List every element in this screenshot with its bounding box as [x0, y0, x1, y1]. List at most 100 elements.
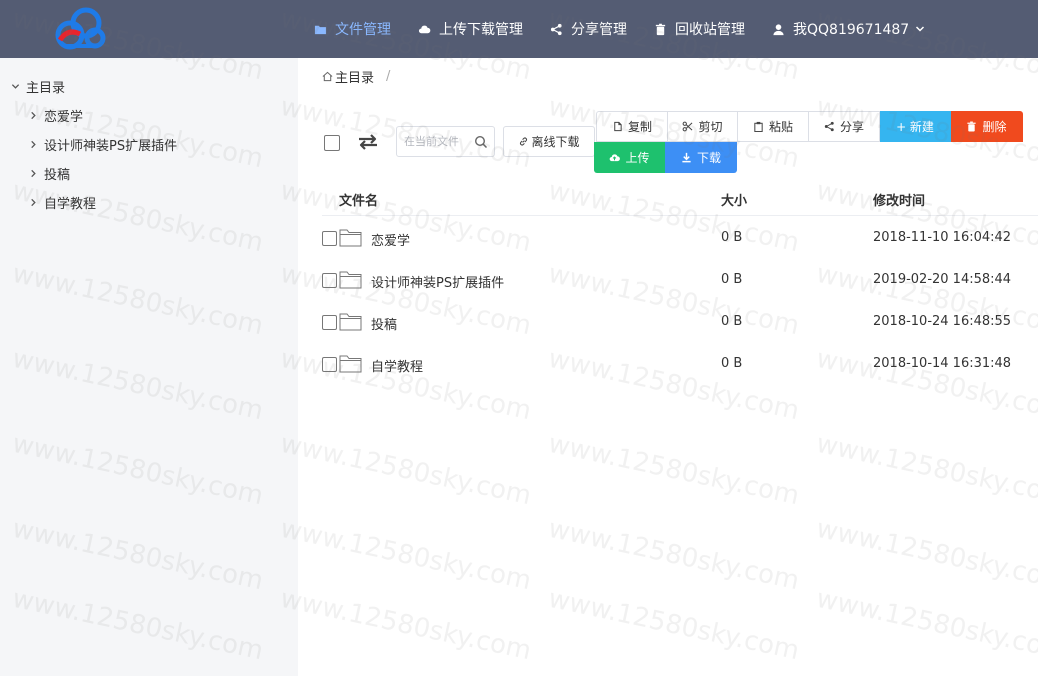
nav-share-management[interactable]: 分享管理 [536, 0, 640, 58]
main-content: 主目录 / 离线下载 复制 剪切 粘贴 分享 + 新建 [298, 58, 1038, 676]
new-button[interactable]: + 新建 [880, 111, 951, 142]
file-name[interactable]: 投稿 [371, 314, 397, 333]
table-row[interactable]: 设计师神装PS扩展插件 0 B 2019-02-20 14:58:44 [322, 259, 1038, 301]
delete-button[interactable]: 删除 [951, 111, 1023, 142]
share-icon [549, 22, 563, 36]
file-table-header: 文件名 大小 修改时间 [322, 184, 1038, 216]
select-all-checkbox[interactable] [324, 135, 340, 151]
sidebar-tree: 主目录 恋爱学 设计师神装PS扩展插件 投稿 自学教程 [0, 58, 298, 676]
tree-item-label: 自学教程 [44, 196, 97, 212]
chevron-down-icon [916, 26, 925, 32]
nav-label: 文件管理 [335, 22, 391, 38]
trash-icon [967, 121, 977, 132]
chevron-down-icon[interactable] [9, 80, 21, 92]
share-button[interactable]: 分享 [809, 111, 880, 142]
row-checkbox[interactable] [322, 357, 337, 372]
table-row[interactable]: 投稿 0 B 2018-10-24 16:48:55 [322, 301, 1038, 343]
file-size: 0 B [721, 314, 743, 329]
breadcrumb-root[interactable]: 主目录 [335, 67, 374, 86]
clipboard-icon [754, 121, 763, 132]
cut-button[interactable]: 剪切 [668, 111, 738, 142]
app-logo-icon[interactable] [50, 6, 108, 50]
chevron-right-icon[interactable] [27, 138, 39, 150]
folder-icon [339, 271, 362, 289]
column-header-size[interactable]: 大小 [721, 190, 747, 209]
paste-label: 粘贴 [768, 120, 793, 134]
column-header-time[interactable]: 修改时间 [873, 190, 925, 209]
file-modified-time: 2019-02-20 14:58:44 [873, 272, 1012, 287]
cut-label: 剪切 [698, 120, 723, 134]
tree-item-label: 投稿 [44, 167, 71, 183]
chevron-right-icon[interactable] [27, 196, 39, 208]
row-checkbox[interactable] [322, 273, 337, 288]
paste-button[interactable]: 粘贴 [738, 111, 809, 142]
share-label: 分享 [839, 120, 864, 134]
offline-download-label: 离线下载 [531, 135, 580, 149]
swap-arrows-icon[interactable] [356, 132, 380, 152]
file-name[interactable]: 自学教程 [371, 356, 423, 375]
chevron-right-icon[interactable] [27, 109, 39, 121]
copy-label: 复制 [627, 120, 652, 134]
nav-label: 分享管理 [571, 22, 627, 38]
folder-icon [339, 229, 362, 247]
tree-item-folder[interactable]: 投稿 [27, 160, 70, 186]
tree-item-folder[interactable]: 恋爱学 [27, 102, 83, 128]
row-checkbox[interactable] [322, 231, 337, 246]
file-modified-time: 2018-10-24 16:48:55 [873, 314, 1012, 329]
file-name[interactable]: 恋爱学 [371, 230, 410, 249]
tree-item-label: 主目录 [26, 80, 66, 96]
nav-user-menu[interactable]: 我QQ819671487 [758, 0, 938, 58]
table-row[interactable]: 自学教程 0 B 2018-10-14 16:31:48 [322, 343, 1038, 385]
folder-icon [313, 22, 327, 36]
nav-label: 上传下载管理 [439, 22, 523, 38]
table-row[interactable]: 恋爱学 0 B 2018-11-10 16:04:42 [322, 217, 1038, 259]
tree-item-label: 设计师神装PS扩展插件 [44, 138, 178, 154]
nav-transfer-management[interactable]: 上传下载管理 [404, 0, 536, 58]
transfer-toolbar: 上传 下载 [594, 142, 737, 173]
action-toolbar: 复制 剪切 粘贴 分享 + 新建 删除 [596, 111, 1023, 142]
search-box [396, 126, 495, 157]
tree-item-label: 恋爱学 [44, 109, 84, 125]
tree-item-root[interactable]: 主目录 [9, 73, 65, 99]
search-icon[interactable] [474, 135, 488, 149]
breadcrumb-separator: / [386, 68, 391, 84]
user-icon [771, 22, 785, 36]
breadcrumb: 主目录 / [322, 66, 390, 86]
folder-icon [339, 355, 362, 373]
upload-button[interactable]: 上传 [594, 142, 665, 173]
main-nav: 文件管理 上传下载管理 分享管理 回收站管理 我QQ819671487 [300, 0, 938, 58]
upload-label: 上传 [625, 151, 650, 165]
tree-item-folder[interactable]: 设计师神装PS扩展插件 [27, 131, 177, 157]
file-modified-time: 2018-10-14 16:31:48 [873, 356, 1012, 371]
row-checkbox[interactable] [322, 315, 337, 330]
nav-label: 我QQ819671487 [793, 22, 910, 38]
share-icon [824, 121, 834, 132]
file-size: 0 B [721, 230, 743, 245]
file-name[interactable]: 设计师神装PS扩展插件 [371, 272, 504, 291]
offline-download-button[interactable]: 离线下载 [503, 126, 595, 157]
download-button[interactable]: 下载 [665, 142, 737, 173]
scissors-icon [683, 121, 693, 132]
download-label: 下载 [696, 151, 721, 165]
file-size: 0 B [721, 356, 743, 371]
nav-file-management[interactable]: 文件管理 [300, 0, 404, 58]
copy-button[interactable]: 复制 [596, 111, 668, 142]
file-modified-time: 2018-11-10 16:04:42 [873, 230, 1012, 245]
link-icon [520, 137, 528, 146]
chevron-right-icon[interactable] [27, 167, 39, 179]
top-header: 文件管理 上传下载管理 分享管理 回收站管理 我QQ819671487 [0, 0, 1038, 58]
copy-icon [614, 121, 622, 132]
file-size: 0 B [721, 272, 743, 287]
cloud-icon [417, 22, 431, 36]
nav-recycle-management[interactable]: 回收站管理 [640, 0, 758, 58]
delete-label: 删除 [982, 120, 1007, 134]
tree-item-folder[interactable]: 自学教程 [27, 189, 96, 215]
column-header-name[interactable]: 文件名 [339, 190, 378, 209]
cloud-upload-icon [610, 154, 621, 162]
download-icon [682, 152, 691, 163]
search-input[interactable] [404, 135, 470, 148]
nav-label: 回收站管理 [675, 22, 745, 38]
home-icon [322, 71, 333, 81]
new-label: + 新建 [896, 120, 934, 134]
trash-icon [653, 22, 667, 36]
